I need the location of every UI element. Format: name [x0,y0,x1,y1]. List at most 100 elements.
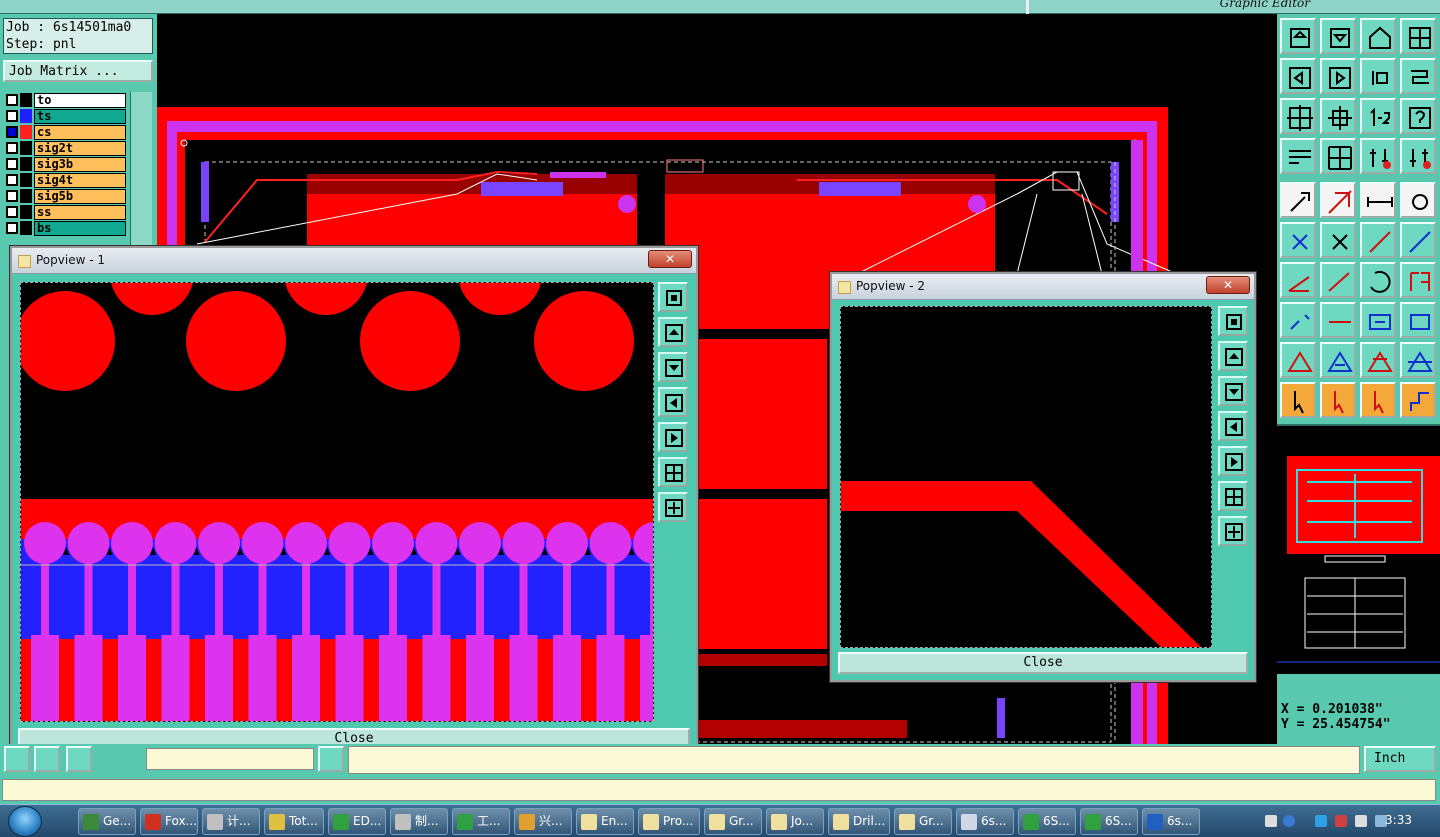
pointer-red-tool-button[interactable] [1320,382,1356,418]
angle-tool-button[interactable] [1280,262,1316,298]
add-pad-tool-button[interactable] [1280,302,1316,338]
layer-checkbox[interactable] [6,222,18,234]
taskbar-item[interactable]: 工... [452,808,510,835]
command-input-field[interactable] [2,779,1436,801]
zoom-back-tool-button[interactable] [1360,58,1396,94]
fill-tool-button[interactable] [1400,262,1436,298]
line-tool-button[interactable] [1320,182,1356,218]
layer-row[interactable]: sig4t [6,172,126,188]
popview-2-view[interactable] [840,306,1212,648]
layer-checkbox[interactable] [6,94,18,106]
popview-pan-right-button[interactable] [1218,446,1248,476]
popview-zoom-fit-button[interactable] [1218,306,1248,336]
taskbar-item[interactable]: 兴... [514,808,572,835]
tray-app-icon[interactable] [1335,815,1347,827]
taskbar-clock[interactable]: 3:33 [1385,813,1412,827]
add-line-blue-tool-button[interactable] [1400,222,1436,258]
measure-tool-button[interactable] [1360,182,1396,218]
popview-1-window[interactable]: Popview - 1 ✕ Close [10,246,698,758]
layer-name[interactable]: to [34,92,126,108]
pan-left-tool-button[interactable] [1280,58,1316,94]
arc-tool-button[interactable] [1360,262,1396,298]
layer-name[interactable]: sig3b [34,156,126,172]
slash-tool-button[interactable] [1320,262,1356,298]
layer-row[interactable]: ss [6,204,126,220]
taskbar-item[interactable]: En... [576,808,634,835]
popview-1-view[interactable] [20,282,654,722]
layer-checkbox[interactable] [6,126,18,138]
units-selector[interactable]: Inch [1364,746,1436,772]
status-tool-button-4[interactable] [318,746,344,772]
taskbar-item[interactable]: 6s... [956,808,1014,835]
triangle-b-tool-button[interactable] [1320,342,1356,378]
pointer-outline-tool-button[interactable] [1360,382,1396,418]
layer-name[interactable]: ss [34,204,126,220]
select-tool-button[interactable] [1280,182,1316,218]
zoom-one-to-one-tool-button[interactable] [1360,98,1396,134]
pan-up-tool-button[interactable] [1280,18,1316,54]
layer-name[interactable]: sig5b [34,188,126,204]
popview-pan-right-button[interactable] [658,422,688,452]
overview-minimap[interactable] [1277,424,1440,674]
pad-array-tool-button[interactable] [1400,302,1436,338]
pointer-tool-button[interactable] [1280,382,1316,418]
add-line-tool-button[interactable] [1360,222,1396,258]
triangle-c-tool-button[interactable] [1360,342,1396,378]
redraw-tool-button[interactable] [1400,58,1436,94]
popview-pan-up-button[interactable] [1218,341,1248,371]
layer-name[interactable]: sig2t [34,140,126,156]
taskbar-item[interactable]: 6S... [1018,808,1076,835]
start-button[interactable] [8,806,42,837]
popview-2-close-x-button[interactable]: ✕ [1206,276,1250,294]
layer-name[interactable]: cs [34,124,126,140]
dimension-tool-button[interactable] [1360,302,1396,338]
triangle-d-tool-button[interactable] [1400,342,1436,378]
delete-tool-button[interactable] [1320,222,1356,258]
popview-2-close-button[interactable]: Close [838,652,1248,674]
tray-flag-icon[interactable] [1355,815,1367,827]
layer-checkbox[interactable] [6,190,18,202]
layer-row[interactable]: sig3b [6,156,126,172]
pointer-route-tool-button[interactable] [1400,382,1436,418]
taskbar-item[interactable]: Fox... [140,808,198,835]
taskbar-item[interactable]: 制... [390,808,448,835]
popview-1-close-x-button[interactable]: ✕ [648,250,692,268]
snap-off-tool-button[interactable] [1400,138,1436,174]
popview-2-titlebar[interactable]: Popview - 2 ✕ [832,274,1254,300]
job-matrix-button[interactable]: Job Matrix ... [3,60,153,82]
taskbar-item[interactable]: 6S... [1080,808,1138,835]
layer-checkbox[interactable] [6,110,18,122]
popview-zoom-fit-button[interactable] [658,282,688,312]
layer-list-scrollbar[interactable] [130,92,152,252]
taskbar-item[interactable]: 6s... [1142,808,1200,835]
layer-row[interactable]: ts [6,108,126,124]
taskbar-item[interactable]: 计... [202,808,260,835]
layer-name[interactable]: sig4t [34,172,126,188]
taskbar-item[interactable]: Gr... [704,808,762,835]
taskbar-item[interactable]: Pro... [638,808,700,835]
grid-tool-button[interactable] [1320,138,1356,174]
home-tool-button[interactable] [1360,18,1396,54]
layer-row[interactable]: to [6,92,126,108]
layer-checkbox[interactable] [6,206,18,218]
window-split-tool-button[interactable] [1400,18,1436,54]
popview-zoom-out-button[interactable] [658,492,688,522]
taskbar-item[interactable]: Jo... [766,808,824,835]
settings-tool-button[interactable] [1280,138,1316,174]
taskbar-item[interactable]: Gr... [894,808,952,835]
connect-tool-button[interactable] [1280,222,1316,258]
taskbar-item[interactable]: Dril... [828,808,890,835]
taskbar-item[interactable]: Ge... [78,808,136,835]
layer-checkbox[interactable] [6,174,18,186]
help-tool-button[interactable] [1400,98,1436,134]
popview-pan-left-button[interactable] [1218,411,1248,441]
taskbar-item[interactable]: Tot... [264,808,324,835]
popview-zoom-out-button[interactable] [1218,516,1248,546]
circle-pad-tool-button[interactable] [1400,182,1436,218]
popview-zoom-in-button[interactable] [1218,481,1248,511]
zoom-fit-tool-button[interactable] [1280,98,1316,134]
status-input-field[interactable] [146,748,314,770]
tray-help-icon[interactable] [1283,815,1295,827]
status-tool-button-1[interactable] [4,746,30,772]
layer-name[interactable]: bs [34,220,126,236]
